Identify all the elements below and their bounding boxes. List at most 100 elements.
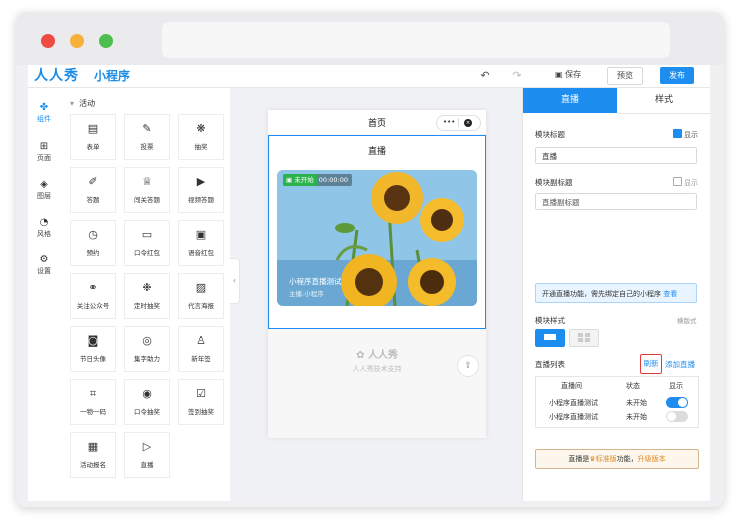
upgrade-prefix: 直播是 [568,455,590,463]
column-header-show: 显示 [669,382,683,390]
style-option-grid[interactable] [569,329,599,347]
tab-live[interactable]: 直播 [523,88,617,113]
row-visibility-toggle[interactable] [666,397,688,408]
redo-icon[interactable]: ↷ [510,69,524,83]
module-title-input[interactable]: 直播 [535,147,697,164]
component-item[interactable]: ✎ 投票 [124,114,170,160]
component-label: 闯关答题 [134,196,160,204]
component-item[interactable]: ❉ 定时抽奖 [124,273,170,319]
rail-item-layers[interactable]: ◈ 图层 [28,179,60,201]
component-item[interactable]: ☑ 签到抽奖 [178,379,224,425]
tab-style[interactable]: 样式 [617,88,710,114]
collapse-panel-handle[interactable]: ‹ [230,258,240,304]
add-live-button[interactable]: 添加直播 [665,359,695,370]
compass-icon: ◉ [142,387,152,400]
rail-item-pages[interactable]: ⊞ 页面 [28,141,60,163]
publish-button[interactable]: 发布 [660,67,694,84]
save-button[interactable]: ▣ 保存 [555,69,581,80]
rail-item-settings[interactable]: ⚙ 设置 [28,254,60,276]
clock-icon: ◷ [88,228,98,241]
component-item[interactable]: ⌗ 一物一码 [70,379,116,425]
rail-item-components[interactable]: ✤ 组件 [28,102,60,124]
component-label: 直播 [140,461,154,469]
component-label: 活动报名 [80,461,106,469]
component-item[interactable]: ▷ 直播 [124,432,170,478]
show-label: 显示 [684,131,698,139]
component-label: 预约 [86,249,100,257]
component-item[interactable]: ❋ 抽奖 [178,114,224,160]
live-card-title: 小程序直播测试 [289,277,342,286]
component-label: 表单 [86,143,100,151]
trophy-icon: ♕ [142,175,152,188]
horizontal-style-label: 横版式 [677,317,697,325]
component-item[interactable]: ♙ 新年签 [178,326,224,372]
component-item[interactable]: ◙ 节日头像 [70,326,116,372]
style-option-horizontal[interactable] [535,329,565,347]
save-icon: ▣ [555,70,563,79]
share-icon[interactable]: ⇪ [457,355,479,377]
vote-icon: ✎ [142,122,152,135]
component-label: 视频答题 [188,196,214,204]
lottery-icon: ❋ [196,122,206,135]
preview-button[interactable]: 预览 [607,67,643,85]
brand-logo-icon: ✿ [356,350,365,361]
top-bar: 人人秀 小程序 ↶ ↷ ▣ 保存 预览 发布 [28,65,710,88]
module-subtitle-label: 模块副标题 [535,178,573,187]
browser-window: 人人秀 小程序 ↶ ↷ ▣ 保存 预览 发布 ✤ 组件 ⊞ 页面 ◈ 图层 ◔ [16,12,724,507]
follow-icon: ⚭ [88,281,98,294]
component-item[interactable]: ▦ 活动报名 [70,432,116,478]
upgrade-middle: 功能， [616,455,638,463]
phone-nav-bar: 首页 ••• × [268,110,486,134]
component-item[interactable]: ▣ 语音红包 [178,220,224,266]
notice-view-link[interactable]: 查看 [663,290,677,298]
scan-code-icon: ⌗ [89,387,97,400]
show-label: 显示 [684,179,698,187]
plus-square-icon: ⊞ [39,141,49,152]
row-visibility-toggle[interactable] [666,411,688,422]
more-icon: ••• [443,118,456,126]
component-label: 集字助力 [134,355,160,363]
component-item[interactable]: ▭ 口令红包 [124,220,170,266]
component-item[interactable]: ♕ 闯关答题 [124,167,170,213]
section-header[interactable]: ▾ 活动 [70,98,95,109]
component-item[interactable]: ◎ 集字助力 [124,326,170,372]
rail-item-style[interactable]: ◔ 风格 [28,217,60,239]
timer-lottery-icon: ❉ [142,281,152,294]
live-list-label: 直播列表 [535,360,565,369]
component-item[interactable]: ⚭ 关注公众号 [70,273,116,319]
module-subtitle-input[interactable]: 直播副标题 [535,193,697,210]
undo-icon[interactable]: ↶ [478,69,492,83]
live-card[interactable]: ▣ 未开始 00:00:00 小程序直播测试 主播:小程序 [277,170,477,306]
subtitle-show-checkbox[interactable]: 显示 [673,177,698,188]
upgrade-notice: 直播是♛标准版功能，升级版本 [535,449,699,469]
puzzle-icon: ✤ [39,102,49,113]
component-label: 答题 [86,196,100,204]
component-label: 定时抽奖 [134,302,160,310]
refresh-button[interactable]: 刷新 [640,354,662,374]
component-item[interactable]: ◷ 预约 [70,220,116,266]
upgrade-link[interactable]: 升级版本 [638,455,666,463]
live-module[interactable]: 直播 ▣ 未开始 00:00:00 小程序直播测试 主播:小程序 [268,135,486,329]
component-label: 代言海报 [188,302,214,310]
component-item[interactable]: ✐ 答题 [70,167,116,213]
component-label: 抽奖 [194,143,208,151]
maximize-window-dot[interactable] [99,34,113,48]
components-panel: ▾ 活动 ▤ 表单 ✎ 投票 ❋ 抽奖 ✐ 答题 ♕ 闯关答题 ▶ 视频答题 ◷ 预约 ▭ 口令红包 ▣ 语音红包… [60,88,231,501]
envelope-icon: ▭ [141,228,153,241]
minimize-window-dot[interactable] [70,34,84,48]
toggle-knob [678,398,687,407]
component-item[interactable]: ▨ 代言海报 [178,273,224,319]
component-item[interactable]: ▶ 视频答题 [178,167,224,213]
logo: 人人秀 [34,68,79,84]
module-style-label: 模块样式 [535,316,565,325]
left-rail: ✤ 组件 ⊞ 页面 ◈ 图层 ◔ 风格 ⚙ 设置 [28,88,61,501]
component-item[interactable]: ▤ 表单 [70,114,116,160]
voice-envelope-icon: ▣ [195,228,207,241]
address-bar[interactable] [162,22,670,58]
browser-chrome [16,12,724,65]
title-show-checkbox[interactable]: 显示 [673,129,698,140]
component-item[interactable]: ◉ 口令抽奖 [124,379,170,425]
close-window-dot[interactable] [41,34,55,48]
rail-label: 设置 [37,267,51,275]
component-label: 签到抽奖 [188,408,214,416]
